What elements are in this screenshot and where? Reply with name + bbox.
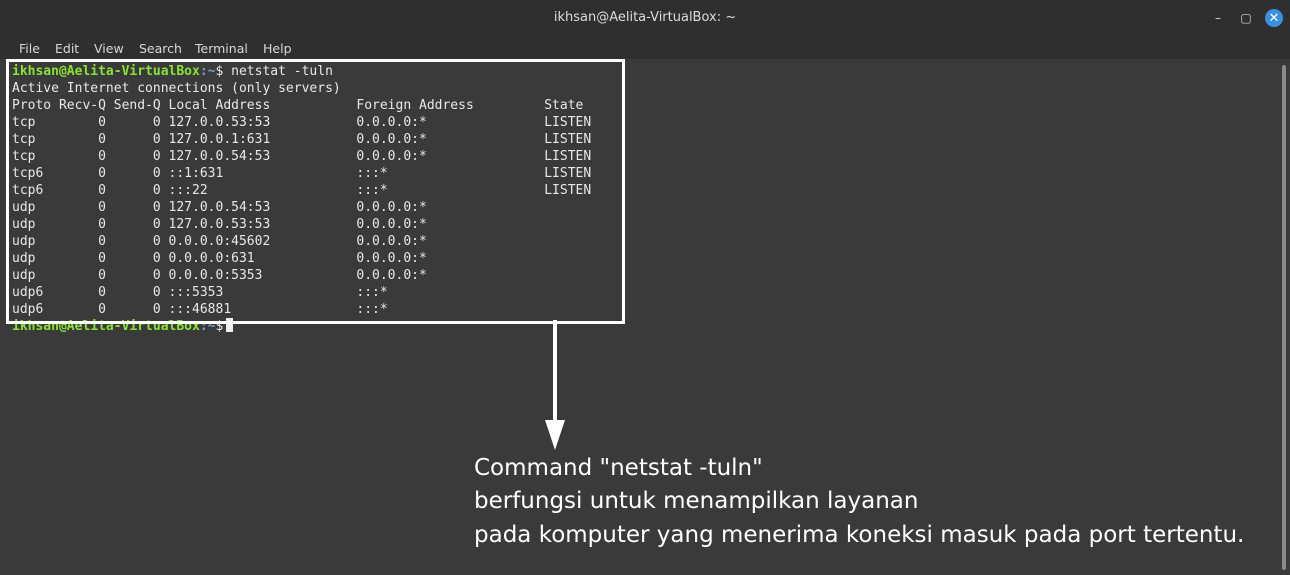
scrollbar-thumb[interactable]: [1282, 65, 1286, 570]
minimize-icon[interactable]: –: [1209, 9, 1227, 27]
menu-file[interactable]: File: [19, 41, 40, 56]
scrollbar[interactable]: [1278, 59, 1290, 575]
menu-bar: File Edit View Search Terminal Help: [0, 37, 1290, 59]
window-title: ikhsan@Aelita-VirtualBox: ~: [553, 10, 737, 25]
annotation-line-1: Command "netstat -tuln": [474, 455, 763, 481]
menu-terminal[interactable]: Terminal: [195, 41, 248, 56]
menu-help[interactable]: Help: [263, 41, 292, 56]
title-bar: ikhsan@Aelita-VirtualBox: ~ – ▢ ✕: [0, 0, 1290, 37]
menu-edit[interactable]: Edit: [55, 41, 79, 56]
close-icon[interactable]: ✕: [1265, 9, 1283, 27]
arrow-down-icon: [545, 420, 565, 450]
annotation-line-2: berfungsi untuk menampilkan layanan: [474, 488, 919, 514]
arrow-shaft: [553, 320, 557, 422]
menu-view[interactable]: View: [94, 41, 124, 56]
annotation-line-3: pada komputer yang menerima koneksi masu…: [474, 522, 1245, 548]
maximize-icon[interactable]: ▢: [1237, 9, 1255, 27]
menu-search[interactable]: Search: [139, 41, 182, 56]
highlight-box: [6, 59, 625, 324]
